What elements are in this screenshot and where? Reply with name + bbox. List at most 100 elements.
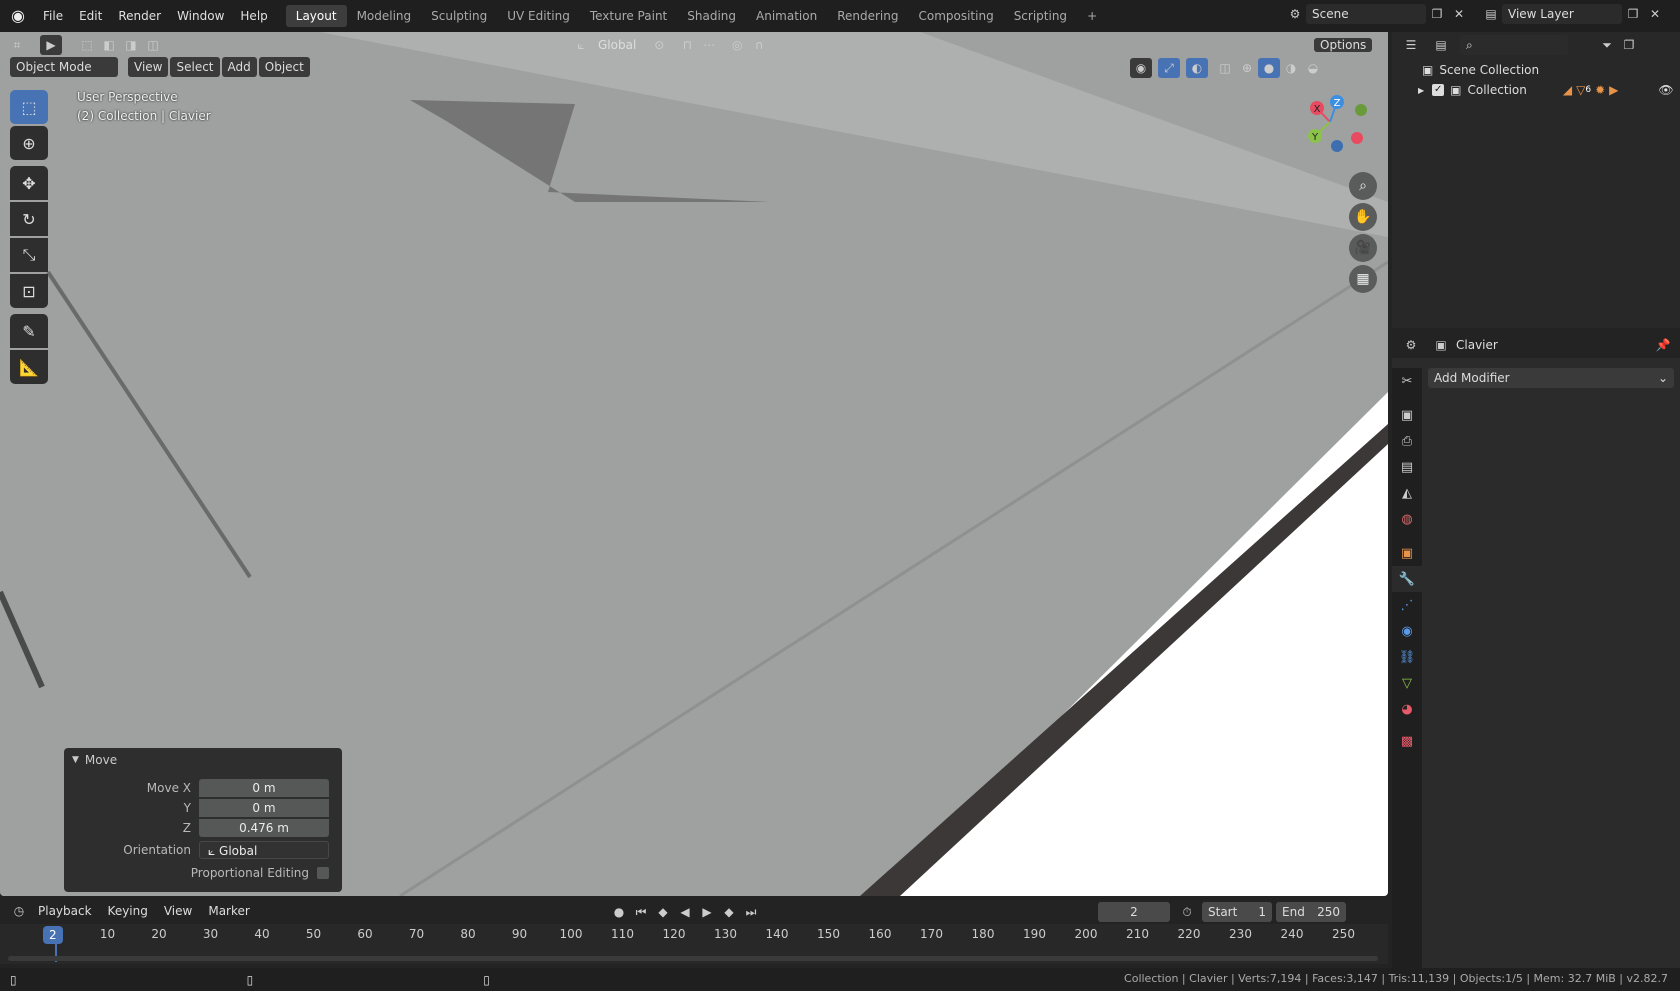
record-icon[interactable]: ● <box>608 902 630 922</box>
move-icon[interactable]: ✥ <box>10 166 48 200</box>
move-y-field[interactable]: 0 m <box>199 798 329 817</box>
tab-layout[interactable]: Layout <box>285 5 347 27</box>
view-layer-icon[interactable]: ▤ <box>1480 4 1502 24</box>
view-menu[interactable]: View <box>128 57 169 77</box>
keying-menu[interactable]: Keying <box>100 904 156 918</box>
tab-sculpting[interactable]: Sculpting <box>421 5 497 27</box>
axis-neg-y-icon[interactable] <box>1355 104 1367 116</box>
world-tab-icon[interactable]: ◍ <box>1392 506 1422 532</box>
scene-field[interactable]: Scene <box>1306 4 1426 24</box>
add-modifier-dropdown[interactable]: Add Modifier ⌄ <box>1428 368 1674 388</box>
falloff-icon[interactable]: ∩ <box>748 35 770 55</box>
scene-tab-icon[interactable]: ◭ <box>1392 480 1422 506</box>
filter-icon[interactable]: ⏷ <box>1596 35 1618 55</box>
menu-edit[interactable]: Edit <box>71 5 110 27</box>
armature-icon[interactable]: ◢ <box>1563 83 1572 97</box>
3d-viewport[interactable]: ⌗ ▶ ⬚ ◧ ◨ ◫ ⟀ Global ⊙ ⊓ ⋯ ◎ ∩ Options O… <box>0 32 1388 896</box>
transform-icon[interactable]: ⊡ <box>10 274 48 308</box>
object-menu[interactable]: Object <box>258 57 310 77</box>
tab-scripting[interactable]: Scripting <box>1004 5 1077 27</box>
tab-rendering[interactable]: Rendering <box>827 5 908 27</box>
orientation-select[interactable]: ⟀ Global <box>199 840 329 859</box>
new-collection-icon[interactable]: ❐ <box>1618 35 1640 55</box>
menu-render[interactable]: Render <box>110 5 169 27</box>
next-keyframe-icon[interactable]: ◆ <box>718 902 740 922</box>
play-icon[interactable]: ▶ <box>696 902 718 922</box>
move-x-field[interactable]: 0 m <box>199 778 329 797</box>
select-box-extend-icon[interactable]: ◧ <box>98 35 120 55</box>
tab-modeling[interactable]: Modeling <box>347 5 422 27</box>
display-mode-icon[interactable]: ▤ <box>1430 35 1452 55</box>
tab-animation[interactable]: Animation <box>746 5 827 27</box>
orientation-dropdown[interactable]: Global <box>592 35 642 55</box>
pin-icon[interactable]: 📌 <box>1652 335 1674 355</box>
tab-texture-paint[interactable]: Texture Paint <box>580 5 677 27</box>
outliner-search[interactable]: ⌕ <box>1460 35 1568 55</box>
proportional-checkbox[interactable] <box>317 866 329 879</box>
pan-hand-icon[interactable]: ✋ <box>1349 203 1377 231</box>
rotate-icon[interactable]: ↻ <box>10 202 48 236</box>
proportional-edit-icon[interactable]: ◎ <box>726 35 748 55</box>
timeline-view-menu[interactable]: View <box>156 904 200 918</box>
play-reverse-icon[interactable]: ◀ <box>674 902 696 922</box>
blender-logo-icon[interactable]: ◉ <box>9 7 27 25</box>
mesh-icon[interactable]: ▽ <box>1576 83 1585 97</box>
annotate-icon[interactable]: ✎ <box>10 314 48 348</box>
texture-tab-icon[interactable]: ▩ <box>1392 728 1422 754</box>
new-view-layer-icon[interactable]: ❐ <box>1622 4 1644 24</box>
timeline-scrollbar[interactable] <box>8 956 1378 961</box>
select-box-icon[interactable]: ⬚ <box>10 90 48 124</box>
add-workspace-button[interactable]: + <box>1077 5 1107 27</box>
new-scene-icon[interactable]: ❐ <box>1426 4 1448 24</box>
snap-icon[interactable]: ⊓ <box>676 35 698 55</box>
collapse-triangle-icon[interactable]: ▼ <box>72 755 79 765</box>
menu-file[interactable]: File <box>35 5 71 27</box>
output-tab-icon[interactable]: ⎙ <box>1392 428 1422 454</box>
outliner-editor-icon[interactable]: ☰ <box>1400 35 1422 55</box>
end-frame-field[interactable]: End 250 <box>1276 902 1346 922</box>
material-shading-icon[interactable]: ◑ <box>1280 58 1302 78</box>
timeline-editor-icon[interactable]: ◷ <box>8 901 30 921</box>
overlays-toggle-icon[interactable]: ◐ <box>1186 58 1208 78</box>
scale-icon[interactable]: ⤡ <box>10 238 48 272</box>
render-tab-icon[interactable]: ▣ <box>1392 402 1422 428</box>
collection-checkbox[interactable]: ✓ <box>1432 84 1445 96</box>
modifier-tab-icon[interactable]: 🔧 <box>1392 566 1422 592</box>
options-button[interactable]: Options <box>1314 38 1373 52</box>
playback-menu[interactable]: Playback <box>30 904 100 918</box>
axis-neg-z-icon[interactable] <box>1331 140 1343 152</box>
scene-icon[interactable]: ⚙ <box>1284 4 1306 24</box>
tool-tab-icon[interactable]: ✂ <box>1392 368 1422 394</box>
cursor-icon[interactable]: ⊕ <box>10 126 48 160</box>
prev-keyframe-icon[interactable]: ◆ <box>652 902 674 922</box>
select-box-new-icon[interactable]: ⬚ <box>76 35 98 55</box>
eye-icon[interactable]: 👁 <box>1658 83 1673 97</box>
gizmo-toggle-icon[interactable]: ⤢ <box>1158 58 1180 78</box>
measure-icon[interactable]: 📐 <box>10 350 48 384</box>
current-frame-indicator[interactable]: 2 <box>43 926 63 944</box>
timeline[interactable]: ◷ Playback Keying View Marker ● ⏮ ◆ ◀ ▶ … <box>0 898 1388 964</box>
solid-shading-icon[interactable]: ● <box>1258 58 1280 78</box>
ortho-grid-icon[interactable]: ▦ <box>1349 265 1377 293</box>
select-menu[interactable]: Select <box>170 57 220 77</box>
clock-icon[interactable]: ⏱ <box>1176 902 1198 922</box>
operator-panel-header[interactable]: ▼ Move <box>64 748 342 772</box>
editor-type-icon[interactable]: ⌗ <box>6 35 28 55</box>
menu-help[interactable]: Help <box>232 5 275 27</box>
menu-window[interactable]: Window <box>169 5 232 27</box>
start-frame-field[interactable]: Start 1 <box>1202 902 1272 922</box>
select-tool-icon[interactable]: ▶ <box>40 35 62 55</box>
particles-tab-icon[interactable]: ⋰ <box>1392 592 1422 618</box>
snap-target-icon[interactable]: ⋯ <box>698 35 720 55</box>
delete-view-layer-icon[interactable]: ✕ <box>1644 4 1666 24</box>
scene-collection-row[interactable]: ▣ Scene Collection <box>1422 60 1680 80</box>
view-layer-tab-icon[interactable]: ▤ <box>1392 454 1422 480</box>
object-mode-dropdown[interactable]: Object Mode <box>10 57 118 77</box>
wireframe-shading-icon[interactable]: ⊕ <box>1236 58 1258 78</box>
move-z-field[interactable]: 0.476 m <box>199 818 329 837</box>
timeline-track[interactable]: 10 20 30 40 50 60 70 80 90 100 110 120 130 140 150 160 1… <box>0 924 1388 964</box>
light-icon[interactable]: ✹ <box>1595 83 1605 97</box>
marker-menu[interactable]: Marker <box>200 904 257 918</box>
delete-scene-icon[interactable]: ✕ <box>1448 4 1470 24</box>
properties-editor-icon[interactable]: ⚙ <box>1400 335 1422 355</box>
